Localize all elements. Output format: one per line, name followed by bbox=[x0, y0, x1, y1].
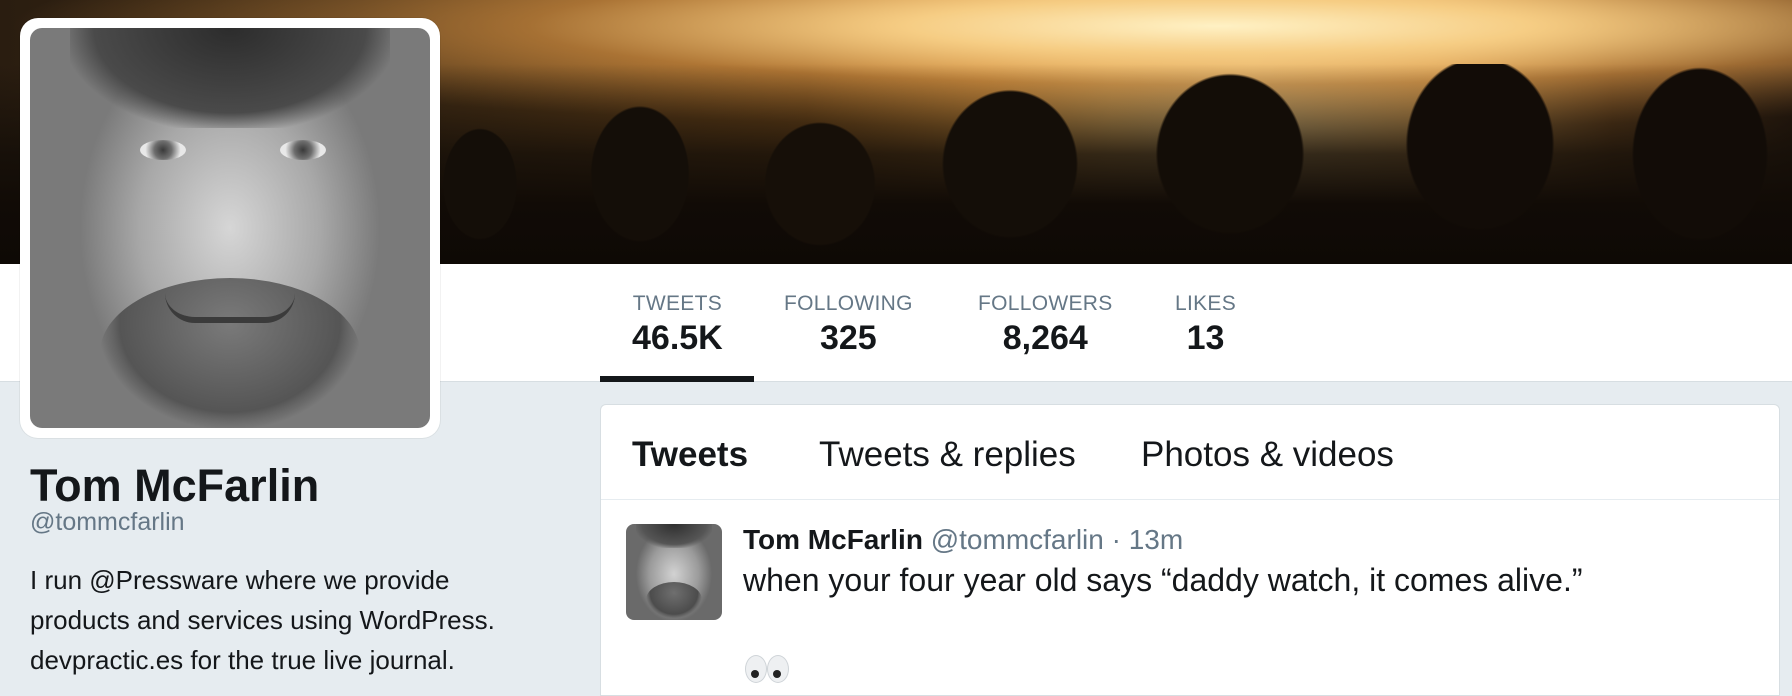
stat-followers[interactable]: FOLLOWERS 8,264 bbox=[978, 292, 1113, 358]
tweet-author-handle[interactable]: @tommcfarlin bbox=[931, 524, 1104, 555]
tweet-separator: · bbox=[1111, 524, 1121, 555]
timeline-card: Tweets Tweets & replies Photos & videos … bbox=[600, 404, 1780, 696]
active-stat-indicator bbox=[600, 376, 754, 382]
tweet-avatar[interactable] bbox=[626, 524, 722, 620]
timeline-tabs: Tweets Tweets & replies Photos & videos bbox=[601, 405, 1779, 500]
stat-likes[interactable]: LIKES 13 bbox=[1175, 292, 1236, 358]
stat-followers-label: FOLLOWERS bbox=[978, 292, 1113, 315]
stat-tweets[interactable]: TWEETS 46.5K bbox=[632, 292, 723, 358]
eyes-icon bbox=[745, 655, 791, 685]
stat-tweets-value: 46.5K bbox=[632, 319, 723, 357]
tweet-item[interactable]: Tom McFarlin @tommcfarlin · 13m when you… bbox=[601, 500, 1779, 696]
bio-link-pressware[interactable]: @Pressware bbox=[89, 565, 238, 595]
profile-handle[interactable]: @tommcfarlin bbox=[30, 508, 185, 537]
profile-bio: I run @Pressware where we provide produc… bbox=[30, 560, 550, 680]
tweet-author-name[interactable]: Tom McFarlin bbox=[743, 524, 923, 555]
stat-followers-value: 8,264 bbox=[1002, 319, 1088, 357]
tab-photos-videos[interactable]: Photos & videos bbox=[1141, 435, 1394, 475]
stat-tweets-label: TWEETS bbox=[632, 292, 723, 315]
tweet-header: Tom McFarlin @tommcfarlin · 13m bbox=[743, 524, 1183, 556]
stat-following-value: 325 bbox=[819, 319, 877, 357]
profile-name[interactable]: Tom McFarlin bbox=[30, 460, 319, 512]
profile-avatar[interactable] bbox=[20, 18, 440, 438]
stat-likes-value: 13 bbox=[1186, 319, 1225, 357]
avatar-photo bbox=[30, 28, 430, 428]
bio-text-3: for the true live journal. bbox=[183, 645, 455, 675]
bio-link-devpractic[interactable]: devpractic.es bbox=[30, 645, 183, 675]
stat-following-label: FOLLOWING bbox=[784, 292, 913, 315]
tweet-text: when your four year old says “daddy watc… bbox=[743, 562, 1583, 598]
stat-likes-label: LIKES bbox=[1175, 292, 1237, 315]
tab-tweets[interactable]: Tweets bbox=[632, 435, 748, 475]
tab-tweets-replies[interactable]: Tweets & replies bbox=[819, 435, 1076, 475]
stat-following[interactable]: FOLLOWING 325 bbox=[784, 292, 913, 358]
tweet-timestamp[interactable]: 13m bbox=[1129, 524, 1183, 555]
bio-text-1: I run bbox=[30, 565, 90, 595]
